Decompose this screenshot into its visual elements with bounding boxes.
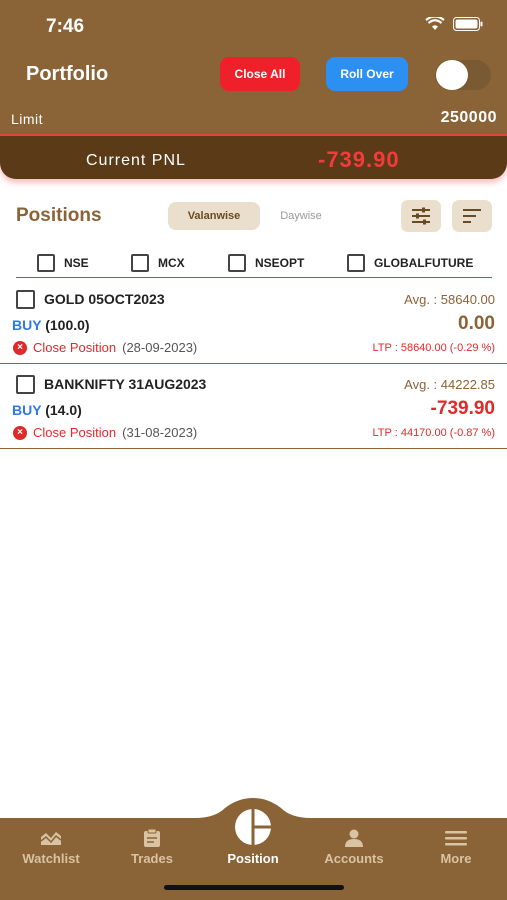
tab-valanwise[interactable]: Valanwise bbox=[168, 202, 260, 230]
nav-label: Trades bbox=[131, 851, 173, 866]
trade-side: BUY (100.0) bbox=[12, 317, 90, 333]
current-pnl-bar: Current PNL -739.90 bbox=[0, 134, 507, 179]
nseopt-checkbox[interactable] bbox=[228, 254, 246, 272]
sort-icon bbox=[463, 209, 481, 223]
close-position-label: Close Position bbox=[33, 425, 117, 440]
limit-value: 250000 bbox=[440, 109, 497, 126]
app-header: 7:46 Portfolio Close All Roll Over Limit… bbox=[0, 0, 507, 134]
position-row[interactable]: GOLD 05OCT2023 Avg. : 58640.00 BUY (100.… bbox=[0, 279, 507, 364]
close-circle-icon: × bbox=[13, 340, 27, 355]
filter-nse[interactable]: NSE bbox=[37, 254, 89, 272]
avg-price: Avg. : 44222.85 bbox=[404, 377, 495, 392]
position-icon bbox=[235, 809, 271, 845]
side-label: BUY bbox=[12, 402, 42, 418]
position-row[interactable]: BANKNIFTY 31AUG2023 Avg. : 44222.85 BUY … bbox=[0, 364, 507, 449]
nav-label: Watchlist bbox=[22, 851, 80, 866]
watchlist-icon bbox=[40, 832, 62, 845]
roll-over-button[interactable]: Roll Over bbox=[326, 57, 408, 91]
status-icons bbox=[425, 17, 483, 31]
side-label: BUY bbox=[12, 317, 42, 333]
wifi-icon bbox=[425, 17, 445, 30]
trade-side: BUY (14.0) bbox=[12, 402, 82, 418]
status-time: 7:46 bbox=[46, 16, 85, 37]
current-pnl-value: -739.90 bbox=[318, 147, 400, 172]
sliders-icon bbox=[412, 207, 430, 225]
nav-accounts[interactable]: Accounts bbox=[304, 828, 404, 866]
nav-position[interactable]: Position bbox=[203, 809, 303, 866]
filter-label: MCX bbox=[158, 256, 185, 270]
accounts-icon bbox=[345, 829, 363, 847]
nav-label: Accounts bbox=[324, 851, 384, 866]
row-pnl: -739.90 bbox=[430, 398, 495, 419]
filter-settings-button[interactable] bbox=[401, 200, 441, 232]
quantity: (14.0) bbox=[45, 402, 82, 418]
filter-label: NSE bbox=[64, 256, 89, 270]
nav-more[interactable]: More bbox=[406, 828, 506, 866]
nav-label: Position bbox=[227, 851, 279, 866]
nav-watchlist[interactable]: Watchlist bbox=[1, 828, 101, 866]
filter-globalfuture[interactable]: GLOBALFUTURE bbox=[347, 254, 473, 272]
more-icon bbox=[445, 831, 467, 846]
home-indicator bbox=[164, 885, 344, 890]
globalfuture-checkbox[interactable] bbox=[347, 254, 365, 272]
toggle-knob bbox=[436, 60, 468, 90]
close-circle-icon: × bbox=[13, 425, 27, 440]
filter-mcx[interactable]: MCX bbox=[131, 254, 185, 272]
nav-trades[interactable]: Trades bbox=[102, 828, 202, 866]
quantity: (100.0) bbox=[45, 317, 90, 333]
close-all-button[interactable]: Close All bbox=[220, 57, 300, 91]
close-position-link[interactable]: × Close Position (31-08-2023) bbox=[13, 425, 197, 440]
page-title: Portfolio bbox=[26, 63, 109, 85]
close-position-link[interactable]: × Close Position (28-09-2023) bbox=[13, 340, 197, 355]
battery-icon bbox=[453, 17, 483, 31]
mode-toggle[interactable] bbox=[435, 60, 491, 90]
avg-price: Avg. : 58640.00 bbox=[404, 292, 495, 307]
symbol-name: BANKNIFTY 31AUG2023 bbox=[44, 376, 207, 392]
row-checkbox[interactable] bbox=[16, 375, 35, 394]
ltp-value: LTP : 44170.00 (-0.87 %) bbox=[372, 427, 496, 439]
trades-icon bbox=[144, 828, 160, 847]
nav-label: More bbox=[440, 851, 472, 866]
positions-title: Positions bbox=[16, 205, 102, 226]
sort-button[interactable] bbox=[452, 200, 492, 232]
filter-label: NSEOPT bbox=[255, 256, 305, 270]
filter-nseopt[interactable]: NSEOPT bbox=[228, 254, 304, 272]
ltp-value: LTP : 58640.00 (-0.29 %) bbox=[372, 342, 496, 354]
current-pnl-label: Current PNL bbox=[86, 152, 186, 169]
close-date: (28-09-2023) bbox=[122, 340, 198, 355]
tab-daywise[interactable]: Daywise bbox=[268, 202, 334, 230]
close-position-label: Close Position bbox=[33, 340, 117, 355]
nse-checkbox[interactable] bbox=[37, 254, 55, 272]
limit-label: Limit bbox=[11, 111, 44, 127]
mcx-checkbox[interactable] bbox=[131, 254, 149, 272]
close-date: (31-08-2023) bbox=[122, 425, 198, 440]
row-pnl: 0.00 bbox=[458, 313, 495, 334]
symbol-name: GOLD 05OCT2023 bbox=[44, 291, 165, 307]
exchange-filters: NSE MCX NSEOPT GLOBALFUTURE bbox=[16, 250, 492, 278]
row-checkbox[interactable] bbox=[16, 290, 35, 309]
filter-label: GLOBALFUTURE bbox=[374, 256, 474, 270]
